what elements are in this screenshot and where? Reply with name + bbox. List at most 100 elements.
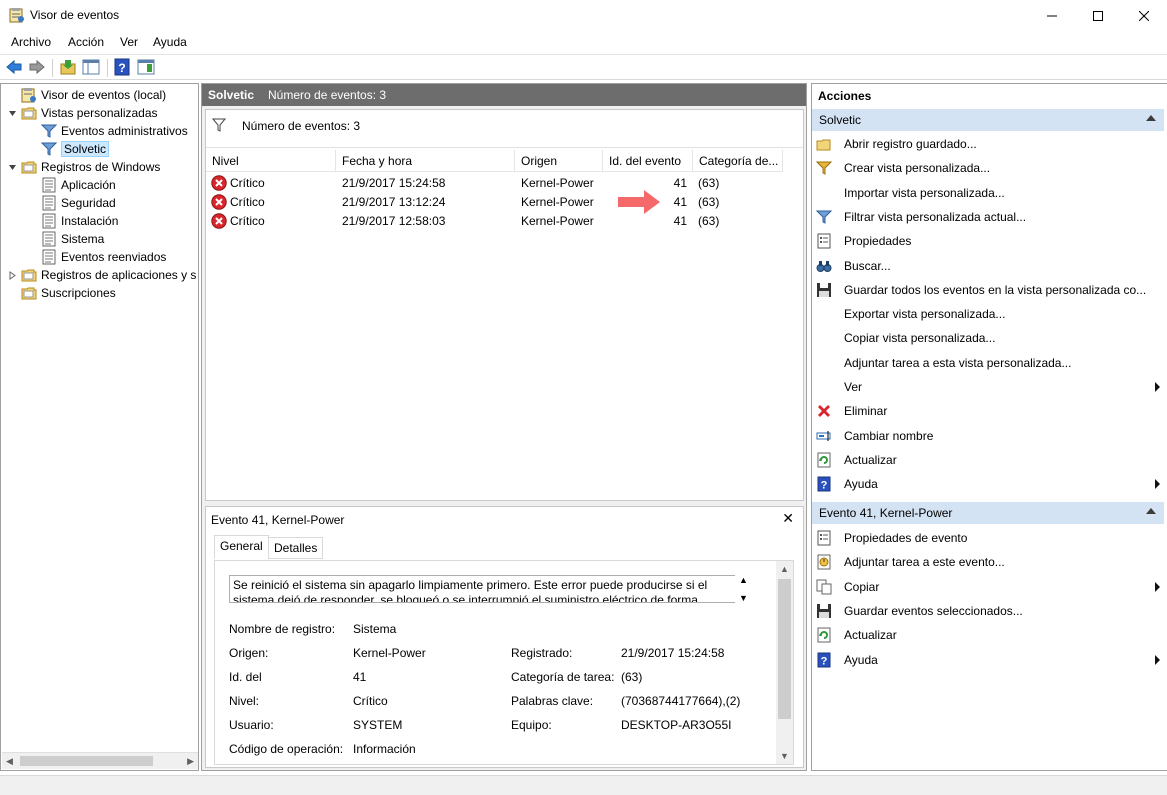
- action-item[interactable]: Actualizar: [816, 450, 1164, 470]
- action-label: Propiedades: [844, 234, 912, 249]
- action-item[interactable]: Eliminar: [816, 401, 1164, 421]
- action-item[interactable]: Copiar: [816, 577, 1164, 597]
- action-item[interactable]: Copiar vista personalizada...: [816, 328, 1164, 348]
- tree-item[interactable]: Seguridad: [26, 194, 116, 212]
- action-item[interactable]: Propiedades: [816, 231, 1164, 251]
- tab-detalles[interactable]: Detalles: [268, 537, 324, 559]
- close-button[interactable]: [1121, 0, 1167, 31]
- action-item[interactable]: ? Ayuda: [816, 474, 1164, 494]
- scroll-down-icon[interactable]: ▼: [776, 751, 793, 761]
- action-label: Guardar eventos seleccionados...: [844, 603, 1023, 618]
- action-label: Copiar vista personalizada...: [844, 331, 996, 346]
- menu-ayuda[interactable]: Ayuda: [153, 35, 187, 49]
- tree-item[interactable]: Eventos reenviados: [26, 248, 166, 266]
- menu-ver[interactable]: Ver: [120, 35, 138, 49]
- cell-level: Crítico: [230, 195, 265, 209]
- pointer-arrow-icon: [618, 190, 660, 214]
- actions-pane: Acciones Solvetic Abrir registro guardad…: [811, 83, 1167, 771]
- action-item[interactable]: Buscar...: [816, 256, 1164, 276]
- action-item[interactable]: Adjuntar tarea a este evento...: [816, 552, 1164, 572]
- tree-item[interactable]: Visor de eventos (local): [6, 86, 166, 104]
- column-nivel[interactable]: Nivel: [206, 150, 336, 172]
- action-item[interactable]: Filtrar vista personalizada actual...: [815, 207, 1164, 227]
- collapse-icon[interactable]: [1146, 115, 1156, 121]
- view-header: Solvetic Número de eventos: 3: [202, 84, 806, 106]
- detail-close-icon[interactable]: ✕: [782, 510, 794, 527]
- horizontal-scrollbar[interactable]: ◀ ▶: [2, 752, 198, 769]
- action-item[interactable]: Adjuntar tarea a esta vista personalizad…: [816, 353, 1164, 373]
- action-item[interactable]: Actualizar: [816, 625, 1164, 645]
- action-item[interactable]: Importar vista personalizada...: [816, 183, 1164, 203]
- scrollbar-thumb[interactable]: [778, 579, 791, 719]
- action-item[interactable]: Ver: [816, 377, 1164, 397]
- filter-icon: [40, 123, 58, 139]
- menu-accion[interactable]: Acción: [68, 35, 104, 49]
- detail-vertical-scrollbar[interactable]: ▲ ▼: [776, 561, 793, 764]
- scroll-left-icon[interactable]: ◀: [6, 756, 13, 767]
- expand-open-icon[interactable]: [6, 107, 18, 119]
- minimize-button[interactable]: [1029, 0, 1075, 31]
- tree-item[interactable]: Instalación: [26, 212, 118, 230]
- expand-open-icon[interactable]: [6, 161, 18, 173]
- action-item[interactable]: ? Ayuda: [816, 650, 1164, 670]
- tree-item-label: Sistema: [61, 232, 105, 246]
- tab-general[interactable]: General: [214, 535, 269, 559]
- description-text[interactable]: Se reinició el sistema sin apagarlo limp…: [229, 575, 752, 603]
- tree-item-label: Vistas personalizadas: [41, 106, 158, 120]
- tree-item[interactable]: Registros de Windows: [6, 158, 160, 176]
- forward-icon[interactable]: [28, 58, 46, 76]
- expand-closed-icon[interactable]: [6, 269, 18, 281]
- action-label: Exportar vista personalizada...: [844, 307, 1006, 322]
- action-item[interactable]: Crear vista personalizada...: [815, 158, 1164, 178]
- scroll-down-icon[interactable]: ▼: [739, 593, 748, 603]
- tree-item[interactable]: Vistas personalizadas: [6, 104, 158, 122]
- submenu-arrow-icon: [1155, 479, 1160, 490]
- action-item[interactable]: Exportar vista personalizada...: [816, 304, 1164, 324]
- section-solvetic[interactable]: Solvetic: [812, 109, 1164, 131]
- description-scrollbar[interactable]: ▲ ▼: [735, 575, 752, 603]
- action-item[interactable]: Guardar todos los eventos en la vista pe…: [816, 280, 1164, 300]
- column-categoria[interactable]: Categoría de...: [693, 150, 783, 172]
- action-item[interactable]: Propiedades de evento: [816, 528, 1164, 548]
- menu-archivo[interactable]: Archivo: [11, 35, 51, 49]
- level-value: Crítico: [353, 694, 388, 708]
- column-id-evento[interactable]: Id. del evento: [603, 150, 693, 172]
- action-item[interactable]: Guardar eventos seleccionados...: [816, 601, 1164, 621]
- tree-item[interactable]: Eventos administrativos: [26, 122, 188, 140]
- tree-item[interactable]: Registros de aplicaciones y s: [6, 266, 196, 284]
- collapse-icon[interactable]: [1146, 508, 1156, 514]
- title-bar: Visor de eventos: [0, 0, 1167, 31]
- folder-icon: [21, 159, 37, 175]
- table-row[interactable]: Crítico 21/9/2017 15:24:58 Kernel-Power 41(…: [206, 174, 783, 193]
- section-event[interactable]: Evento 41, Kernel-Power: [812, 502, 1164, 524]
- action-item[interactable]: Abrir registro guardado...: [816, 134, 1164, 154]
- scroll-right-icon[interactable]: ▶: [187, 756, 194, 767]
- column-fecha-hora[interactable]: Fecha y hora: [336, 150, 515, 172]
- open-folder-icon[interactable]: [59, 58, 77, 76]
- tree-item[interactable]: Solvetic: [26, 140, 110, 158]
- console-tree-icon[interactable]: [82, 58, 100, 76]
- table-row[interactable]: Crítico 21/9/2017 13:12:24 Kernel-Power 41(…: [206, 193, 783, 212]
- tree-item[interactable]: Sistema: [26, 230, 104, 248]
- submenu-arrow-icon: [1155, 581, 1160, 592]
- scroll-up-icon[interactable]: ▲: [776, 564, 793, 574]
- cell-datetime: 21/9/2017 15:24:58: [342, 176, 446, 190]
- tree-item[interactable]: Suscripciones: [6, 284, 116, 302]
- filter-icon: [815, 209, 833, 225]
- scroll-up-icon[interactable]: ▲: [739, 575, 748, 585]
- scrollbar-thumb[interactable]: [20, 756, 153, 766]
- properties-icon: [816, 530, 832, 546]
- back-icon[interactable]: [5, 58, 23, 76]
- section-solvetic-label: Solvetic: [819, 113, 862, 127]
- tree-item[interactable]: Aplicación: [26, 176, 116, 194]
- help-icon[interactable]: ?: [113, 58, 131, 76]
- table-row[interactable]: Crítico 21/9/2017 12:58:03 Kernel-Power 41(…: [206, 212, 783, 231]
- action-item[interactable]: Cambiar nombre: [816, 426, 1164, 446]
- column-origen[interactable]: Origen: [515, 150, 603, 172]
- tree-item-label: Suscripciones: [41, 286, 116, 300]
- maximize-button[interactable]: [1075, 0, 1121, 31]
- action-pane-icon[interactable]: [137, 58, 155, 76]
